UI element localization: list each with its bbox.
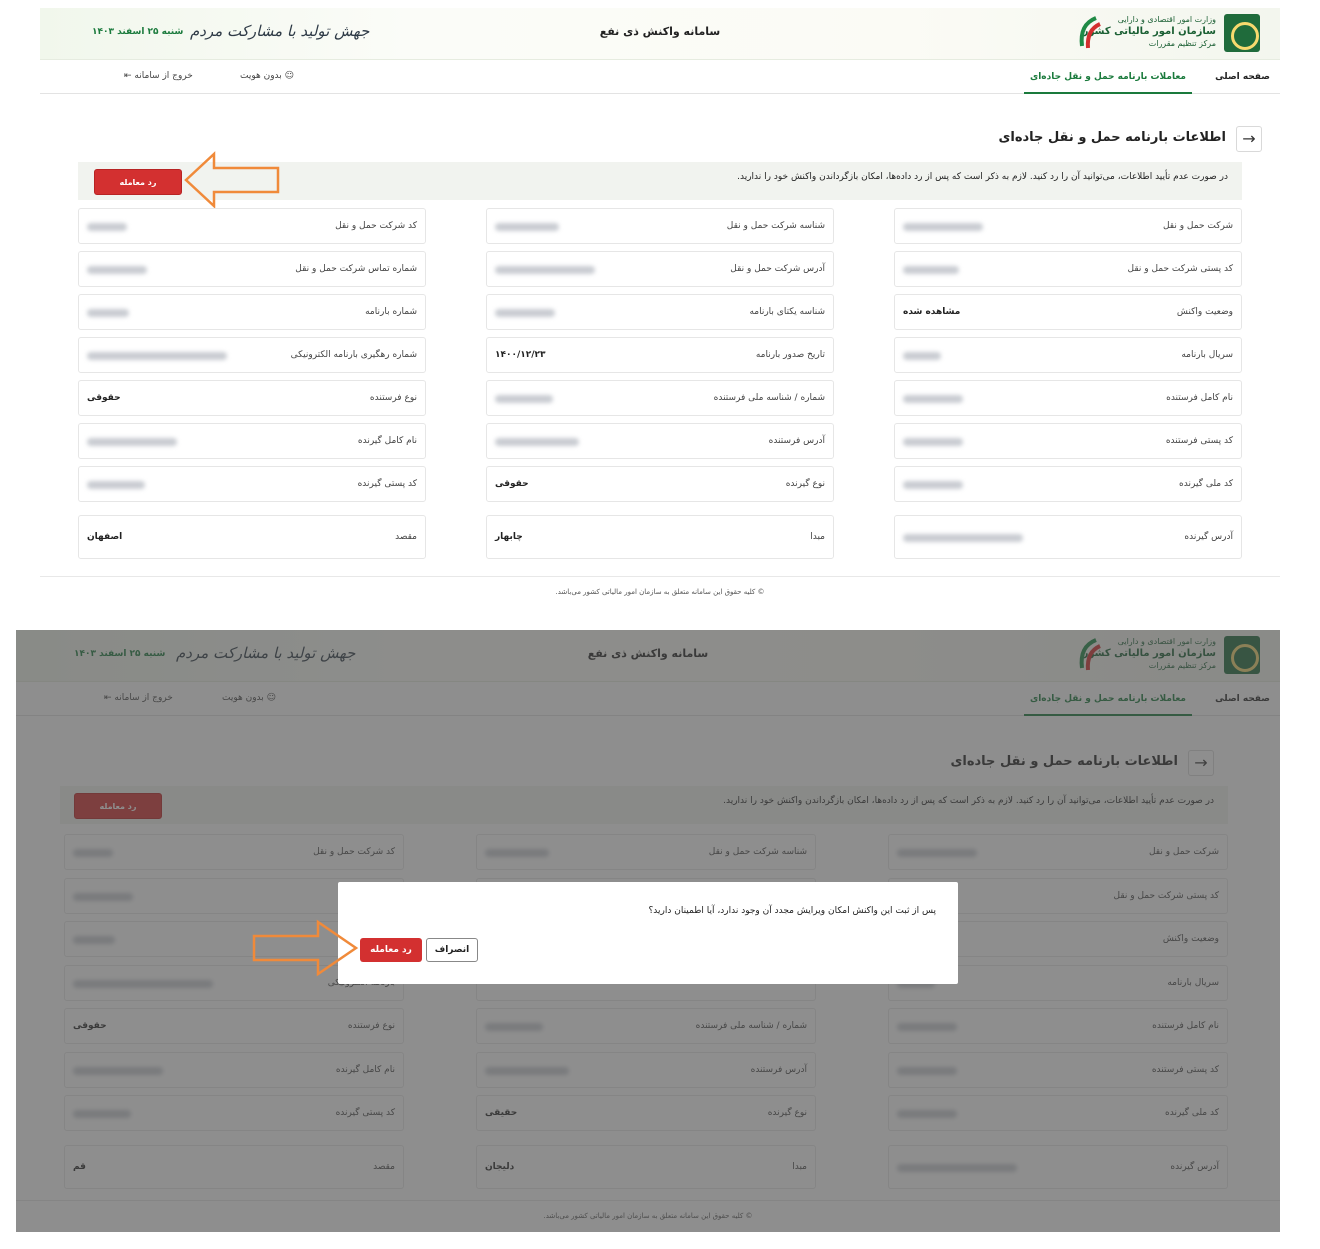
field-label: نوع فرستنده: [369, 393, 417, 403]
field-cell: مقصد اصفهان: [78, 515, 426, 559]
redacted-value: [87, 438, 177, 446]
field-cell: نام کامل گیرنده: [78, 423, 426, 459]
redacted-value: [903, 438, 963, 446]
field-cell: وضعیت واکنش مشاهده شده: [894, 294, 1242, 330]
redacted-value: [87, 266, 147, 274]
field-label: شماره / شناسه ملی فرستنده: [713, 393, 825, 403]
field-cell: کد ملی گیرنده: [894, 466, 1242, 502]
redacted-value: [495, 438, 579, 446]
redacted-value: [87, 481, 145, 489]
exit-icon: ⇤: [124, 71, 132, 81]
field-label: شرکت حمل و نقل: [1162, 221, 1233, 231]
field-cell: شماره / شناسه ملی فرستنده: [486, 380, 834, 416]
field-cell: شرکت حمل و نقل: [894, 208, 1242, 244]
nav-home[interactable]: صفحه اصلی: [1215, 72, 1270, 82]
exit-button[interactable]: خروج از سامانه ⇤: [124, 71, 193, 81]
slogan: جهش تولید با مشارکت مردم: [190, 22, 370, 40]
exit-label: خروج از سامانه: [134, 71, 193, 81]
cancel-button[interactable]: انصراف: [426, 938, 478, 962]
confirm-dialog: پس از ثبت این واکنش امکان ویرایش مجدد آن…: [338, 882, 958, 984]
field-label: آدرس گیرنده: [1184, 532, 1233, 542]
field-cell: آدرس فرستنده: [486, 423, 834, 459]
field-label: وضعیت واکنش: [1176, 307, 1233, 317]
screenshot-normal-state: وزارت امور اقتصادی و دارایی سازمان امور …: [40, 8, 1280, 608]
field-cell: شماره بارنامه: [78, 294, 426, 330]
redacted-value: [495, 223, 559, 231]
field-label: سریال بارنامه: [1181, 350, 1233, 360]
redacted-value: [903, 534, 1023, 542]
field-cell: مبدا چابهار: [486, 515, 834, 559]
app-header: وزارت امور اقتصادی و دارایی سازمان امور …: [40, 8, 1280, 60]
field-label: مقصد: [395, 532, 417, 542]
field-value: اصفهان: [87, 532, 123, 542]
redacted-value: [903, 223, 983, 231]
confirm-reject-button[interactable]: رد معامله: [360, 938, 422, 962]
field-cell: نوع فرستنده حقوقی: [78, 380, 426, 416]
user-icon: ☺: [284, 71, 295, 81]
redacted-value: [903, 395, 963, 403]
field-value: مشاهده شده: [903, 307, 961, 317]
field-label: آدرس فرستنده: [768, 436, 825, 446]
field-label: نام کامل گیرنده: [357, 436, 417, 446]
field-label: شماره بارنامه: [365, 307, 417, 317]
field-cell: شناسه یکتای بارنامه: [486, 294, 834, 330]
redacted-value: [87, 223, 127, 231]
field-cell: آدرس گیرنده: [894, 515, 1242, 559]
field-label: شماره تماس شرکت حمل و نقل: [295, 264, 417, 274]
field-cell: آدرس شرکت حمل و نقل: [486, 251, 834, 287]
field-label: کد ملی گیرنده: [1179, 479, 1233, 489]
field-label: کد پستی شرکت حمل و نقل: [1127, 264, 1234, 274]
annotation-arrow-icon: [252, 919, 359, 977]
field-cell: کد شرکت حمل و نقل: [78, 208, 426, 244]
field-label: نام کامل فرستنده: [1166, 393, 1233, 403]
field-label: کد پستی فرستنده: [1165, 436, 1233, 446]
field-value: حقوقی: [495, 479, 529, 489]
nav-bar: صفحه اصلی معاملات بارنامه حمل و نقل جاده…: [40, 60, 1280, 94]
field-cell: کد پستی فرستنده: [894, 423, 1242, 459]
section-title: اطلاعات بارنامه حمل و نقل جاده‌ای: [998, 130, 1226, 145]
field-cell: شناسه شرکت حمل و نقل: [486, 208, 834, 244]
field-label: شناسه شرکت حمل و نقل: [726, 221, 825, 231]
field-cell: شماره رهگیری بارنامه الکترونیکی: [78, 337, 426, 373]
field-label: شناسه یکتای بارنامه: [749, 307, 825, 317]
field-cell: کد پستی شرکت حمل و نقل: [894, 251, 1242, 287]
tab-waybill-transactions[interactable]: معاملات بارنامه حمل و نقل جاده‌ای: [1023, 66, 1192, 94]
field-cell: تاریخ صدور بارنامه ۱۴۰۰/۱۲/۲۳: [486, 337, 834, 373]
user-label: بدون هویت: [240, 71, 282, 81]
field-label: کد شرکت حمل و نقل: [335, 221, 417, 231]
field-label: نوع گیرنده: [785, 479, 825, 489]
redacted-value: [495, 395, 553, 403]
field-value: ۱۴۰۰/۱۲/۲۳: [495, 350, 546, 360]
notice-text: در صورت عدم تأیید اطلاعات، می‌توانید آن …: [737, 172, 1228, 182]
field-label: مبدا: [810, 532, 825, 542]
field-label: تاریخ صدور بارنامه: [755, 350, 825, 360]
field-cell: نوع گیرنده حقوقی: [486, 466, 834, 502]
redacted-value: [87, 352, 227, 360]
field-label: آدرس شرکت حمل و نقل: [730, 264, 825, 274]
field-cell: شماره تماس شرکت حمل و نقل: [78, 251, 426, 287]
dialog-message: پس از ثبت این واکنش امکان ویرایش مجدد آن…: [648, 906, 936, 916]
user-menu[interactable]: ☺ بدون هویت: [240, 71, 294, 81]
screenshot-confirm-dialog: وزارت امور اقتصادی و دارایی سازمان امور …: [16, 630, 1280, 1232]
field-label: شماره رهگیری بارنامه الکترونیکی: [290, 350, 417, 360]
field-cell: نام کامل فرستنده: [894, 380, 1242, 416]
redacted-value: [903, 481, 963, 489]
header-date: شنبه ۲۵ اسفند ۱۴۰۳: [92, 27, 184, 37]
footer: © کلیه حقوق این سامانه متعلق به سازمان ا…: [40, 576, 1280, 608]
redacted-value: [903, 266, 959, 274]
org-line3: مرکز تنظیم مقررات: [1148, 39, 1216, 48]
back-arrow-icon[interactable]: →: [1236, 126, 1262, 152]
field-cell: کد پستی گیرنده: [78, 466, 426, 502]
annotation-arrow-icon: [184, 151, 280, 209]
reject-transaction-button[interactable]: رد معامله: [94, 169, 182, 195]
redacted-value: [495, 266, 595, 274]
field-value: حقوقی: [87, 393, 121, 403]
redacted-value: [903, 352, 941, 360]
redacted-value: [495, 309, 555, 317]
field-label: کد پستی گیرنده: [357, 479, 417, 489]
field-value: چابهار: [495, 532, 523, 542]
field-cell: سریال بارنامه: [894, 337, 1242, 373]
redacted-value: [87, 309, 129, 317]
